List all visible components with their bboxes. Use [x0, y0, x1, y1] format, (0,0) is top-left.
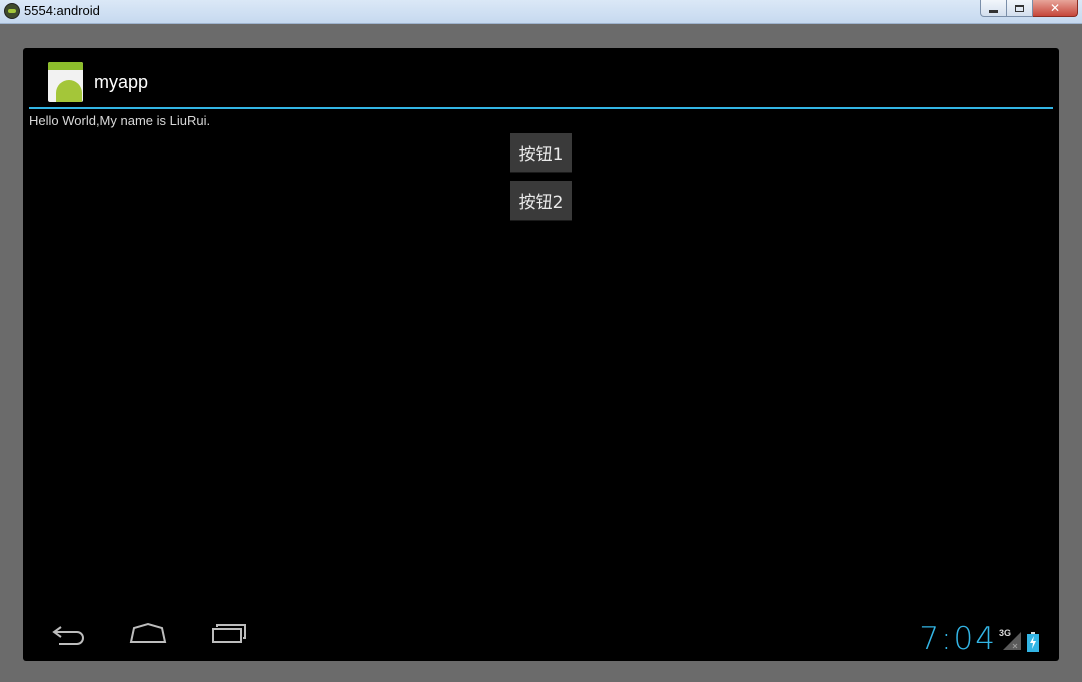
action-bar: myapp — [23, 48, 1059, 107]
maximize-icon — [1015, 4, 1024, 12]
battery-charging-icon — [1027, 632, 1039, 652]
android-app-icon[interactable] — [48, 62, 83, 102]
minimize-icon — [989, 9, 998, 13]
close-icon: ✕ — [1049, 1, 1061, 15]
emulator-app-icon — [4, 3, 20, 19]
recent-apps-icon[interactable] — [211, 622, 247, 644]
device-screen: myapp Hello World,My name is LiuRui. 按钮1… — [23, 48, 1059, 661]
window-controls: ✕ — [980, 0, 1078, 18]
minimize-button[interactable] — [980, 0, 1007, 17]
network-indicator: 3G — [999, 628, 1023, 652]
status-area: 7:04 3G — [919, 616, 1039, 656]
button-1[interactable]: 按钮1 — [510, 133, 572, 172]
signal-icon — [1003, 632, 1021, 650]
app-title: myapp — [94, 72, 149, 92]
action-bar-divider — [29, 107, 1053, 109]
close-button[interactable]: ✕ — [1033, 0, 1078, 17]
hello-text: Hello World,My name is LiuRui. — [29, 113, 211, 128]
button-2[interactable]: 按钮2 — [510, 181, 572, 220]
back-icon[interactable] — [51, 622, 87, 646]
clock-time: 7:04 — [919, 621, 997, 657]
navigation-bar: 7:04 3G — [23, 608, 1059, 661]
emulator-window-titlebar: 5554:android ✕ — [0, 0, 1082, 24]
maximize-button[interactable] — [1007, 0, 1033, 17]
home-icon[interactable] — [129, 622, 167, 644]
window-title: 5554:android — [24, 3, 100, 18]
